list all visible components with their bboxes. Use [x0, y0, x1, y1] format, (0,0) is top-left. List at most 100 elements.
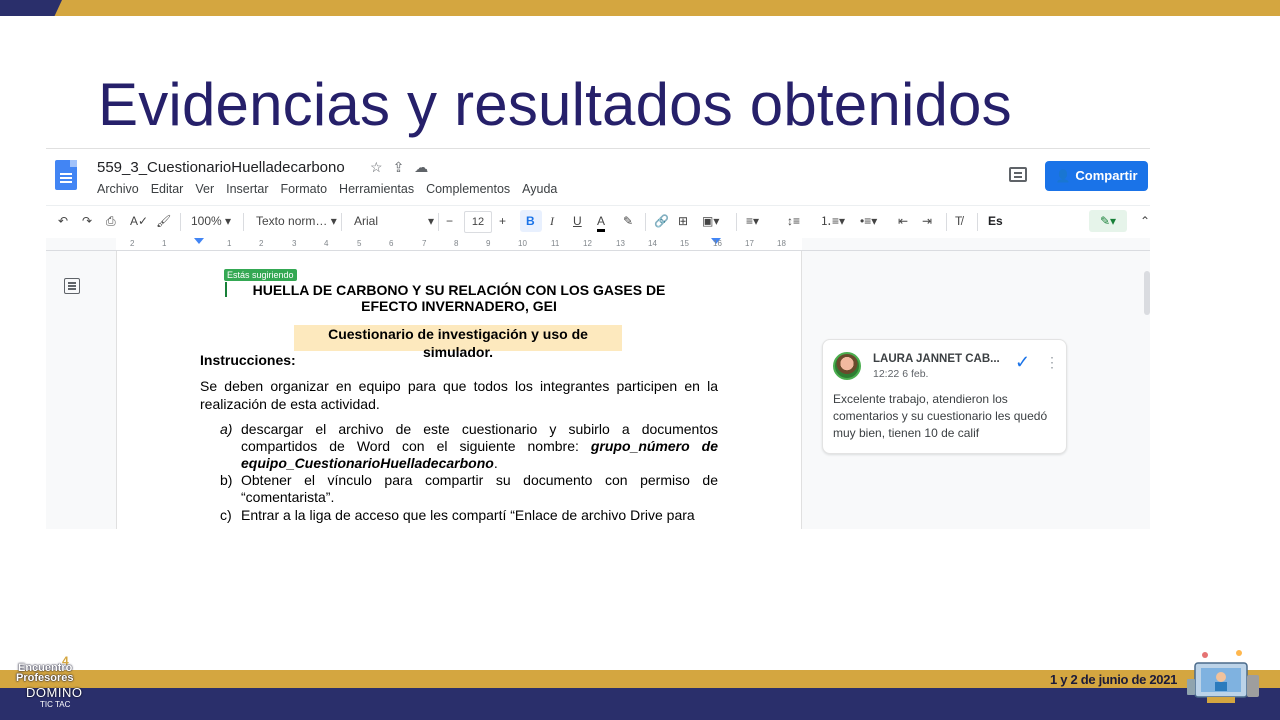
ruler-mark: 9: [486, 239, 491, 248]
underline-icon[interactable]: U: [573, 213, 582, 229]
menu-complementos[interactable]: Complementos: [426, 182, 510, 196]
title-icons: ☆ ⇪ ☁: [370, 159, 438, 176]
comment-author: LAURA JANNET CAB...: [873, 353, 1000, 365]
decrease-font-icon[interactable]: −: [446, 213, 453, 229]
document-heading: HUELLA DE CARBONO Y SU RELACIÓN CON LOS …: [252, 282, 666, 314]
align-icon[interactable]: ≡▾: [746, 213, 759, 229]
insert-image-icon[interactable]: ▣▾: [702, 213, 719, 229]
ruler-mark: 10: [518, 239, 527, 248]
list-item-label: c): [220, 507, 232, 523]
ruler-mark: 2: [259, 239, 264, 248]
vertical-scrollbar[interactable]: [1144, 271, 1150, 315]
logo-line3: DOMINO: [26, 685, 83, 700]
share-label: Compartir: [1075, 168, 1138, 183]
ruler-mark: 16: [713, 239, 722, 248]
event-logo: 4 Encuentro Profesores DOMINO TIC TAC: [14, 654, 92, 714]
document-canvas: Estás sugiriendo HUELLA DE CARBONO Y SU …: [46, 251, 1150, 529]
instructions-label: Instrucciones:: [200, 352, 296, 368]
list-item-label: b): [220, 472, 233, 488]
comment-history-icon[interactable]: [1009, 167, 1027, 182]
print-icon[interactable]: ⎙: [106, 213, 116, 229]
zoom-select[interactable]: 100% ▾: [191, 213, 231, 229]
menu-archivo[interactable]: Archivo: [97, 182, 139, 196]
item-tail: .: [493, 455, 498, 471]
suggesting-mode-button[interactable]: ✎▾: [1089, 210, 1127, 232]
increase-font-icon[interactable]: +: [499, 213, 506, 229]
paint-format-icon[interactable]: 🖌: [156, 213, 171, 229]
menu-bar: Archivo Editar Ver Insertar Formato Herramien…: [97, 182, 569, 196]
ruler-mark: 4: [324, 239, 329, 248]
ruler-mark: 18: [777, 239, 786, 248]
event-date: 1 y 2 de junio de 2021: [1050, 672, 1178, 687]
google-docs-screenshot: 559_3_CuestionarioHuelladecarbono ☆ ⇪ ☁ Ar…: [46, 148, 1150, 529]
menu-ver[interactable]: Ver: [195, 182, 214, 196]
list-item-label: a): [220, 421, 233, 437]
share-button[interactable]: 👤 Compartir: [1045, 161, 1148, 191]
ruler-mark: 12: [583, 239, 592, 248]
ruler-mark: 7: [422, 239, 427, 248]
spellcheck-icon[interactable]: A✓: [130, 213, 148, 229]
font-select[interactable]: Arial ▾: [354, 213, 434, 229]
style-value: Texto norm…: [256, 214, 328, 228]
avatar: [833, 352, 861, 380]
outline-icon[interactable]: [64, 278, 80, 294]
highlight-icon[interactable]: ✎: [623, 213, 633, 229]
link-icon[interactable]: 🔗: [654, 213, 669, 229]
language-button[interactable]: Es: [988, 213, 1003, 229]
italic-icon[interactable]: I: [550, 213, 554, 229]
line-spacing-icon[interactable]: ↕≡: [787, 213, 800, 229]
comment-text: Excelente trabajo, atendieron los coment…: [833, 392, 1048, 440]
ruler-mark: 15: [680, 239, 689, 248]
star-icon[interactable]: ☆: [370, 159, 383, 175]
ruler-mark: 8: [454, 239, 459, 248]
teacher-computer-illustration: [1187, 650, 1259, 703]
lock-icon: 👤: [1055, 169, 1071, 183]
numbered-list-icon[interactable]: ⒈≡▾: [820, 213, 845, 229]
font-size-input[interactable]: 12: [464, 211, 492, 233]
menu-herramientas[interactable]: Herramientas: [339, 182, 414, 196]
menu-insertar[interactable]: Insertar: [226, 182, 268, 196]
text-color-icon[interactable]: A: [597, 213, 606, 232]
indent-marker[interactable]: [194, 238, 204, 244]
ruler-mark: 11: [551, 239, 560, 248]
ruler-mark: 3: [292, 239, 297, 248]
menu-formato[interactable]: Formato: [281, 182, 328, 196]
top-band-accent: [0, 0, 62, 16]
menu-ayuda[interactable]: Ayuda: [522, 182, 557, 196]
list-item-text: descargar el archivo de este cuestionari…: [241, 421, 718, 472]
decrease-indent-icon[interactable]: ⇤: [898, 213, 908, 229]
comment-time: 12:22 6 feb.: [873, 368, 929, 380]
bullet-list-icon[interactable]: •≡▾: [860, 213, 877, 229]
collapse-menu-icon[interactable]: ⌃: [1140, 213, 1150, 229]
redo-icon[interactable]: ↷: [82, 213, 92, 229]
bold-icon[interactable]: B: [526, 213, 535, 229]
docs-logo-icon[interactable]: [55, 160, 77, 190]
menu-editar[interactable]: Editar: [151, 182, 184, 196]
logo-line2: Profesores: [16, 672, 74, 684]
document-page[interactable]: Estás sugiriendo HUELLA DE CARBONO Y SU …: [116, 251, 802, 529]
logo-line4: TIC TAC: [40, 700, 71, 709]
suggest-mode-icon: ✎▾: [1099, 214, 1117, 228]
more-options-icon[interactable]: ⋮: [1045, 354, 1059, 371]
style-select[interactable]: Texto norm… ▾: [256, 213, 337, 229]
bottom-navy-band: [0, 688, 1280, 720]
ruler-mark: 6: [389, 239, 394, 248]
document-title[interactable]: 559_3_CuestionarioHuelladecarbono: [97, 159, 345, 176]
ruler-mark: 13: [616, 239, 625, 248]
cloud-status-icon[interactable]: ☁: [414, 159, 428, 175]
add-comment-icon[interactable]: ⊞: [678, 213, 688, 229]
ruler-mark: 1: [162, 239, 167, 248]
intro-paragraph: Se deben organizar en equipo para que to…: [200, 378, 718, 412]
resolve-check-icon[interactable]: ✓: [1015, 352, 1030, 373]
slide-title: Evidencias y resultados obtenidos: [98, 71, 1012, 138]
top-decorative-band: [0, 0, 1280, 16]
ruler-mark: 17: [745, 239, 754, 248]
increase-indent-icon[interactable]: ⇥: [922, 213, 932, 229]
ruler-mark: 2: [130, 239, 135, 248]
clear-format-icon[interactable]: T̸: [955, 213, 962, 229]
toolbar: ↶ ↷ ⎙ A✓ 🖌 100% ▾ Texto norm… ▾ Arial ▾ −…: [46, 205, 1150, 239]
font-value: Arial: [354, 214, 379, 228]
comment-card[interactable]: LAURA JANNET CAB... 12:22 6 feb. ✓ ⋮ Exc…: [822, 339, 1067, 454]
move-icon[interactable]: ⇪: [393, 159, 405, 175]
undo-icon[interactable]: ↶: [58, 213, 68, 229]
